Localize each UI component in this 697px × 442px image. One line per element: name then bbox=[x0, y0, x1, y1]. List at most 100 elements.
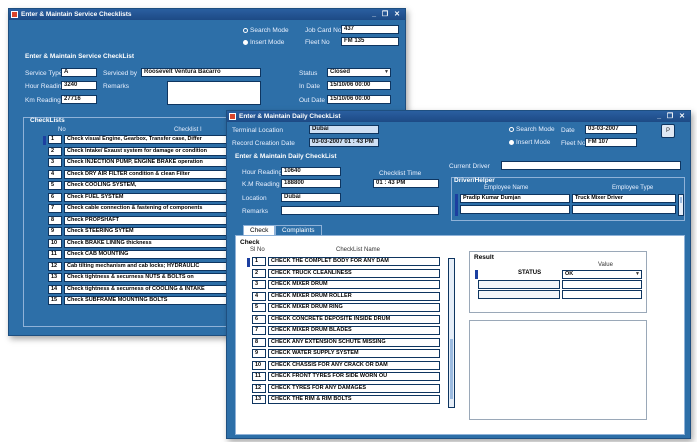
row-number-cell[interactable]: 14 bbox=[48, 284, 62, 294]
table-row[interactable]: 3 CHECK MIXER DRUM bbox=[252, 280, 442, 290]
checklist-name-cell[interactable]: CHECK MIXER DRUM ROLLER bbox=[268, 291, 440, 301]
fleet-no-field[interactable]: FM 107 bbox=[585, 138, 637, 147]
remarks-field[interactable] bbox=[167, 81, 261, 105]
scroll-thumb[interactable] bbox=[680, 197, 682, 203]
current-driver-field[interactable] bbox=[501, 161, 681, 170]
chevron-down-icon[interactable]: ▼ bbox=[384, 69, 389, 76]
status-select[interactable]: Closed ▼ bbox=[327, 68, 391, 77]
window-controls-icon[interactable]: _ ❐ ✕ bbox=[372, 9, 402, 20]
checklist-name-cell[interactable]: CHECK THE RIM & RIM BOLTS bbox=[268, 395, 440, 404]
employee-name-cell-empty[interactable] bbox=[460, 205, 570, 214]
row-number-cell[interactable]: 8 bbox=[48, 215, 62, 225]
row-number-cell[interactable]: 12 bbox=[252, 383, 266, 393]
row-number-cell[interactable]: 7 bbox=[252, 326, 266, 335]
row-number-cell[interactable]: 4 bbox=[252, 291, 266, 301]
row-number-cell[interactable]: 2 bbox=[48, 146, 62, 156]
job-card-field[interactable]: 437 bbox=[341, 25, 399, 34]
row-number-cell[interactable]: 10 bbox=[252, 360, 266, 370]
row-number-cell[interactable]: 11 bbox=[252, 372, 266, 381]
km-reading-field[interactable]: 27716 bbox=[61, 95, 97, 104]
result-detail-box bbox=[469, 320, 647, 420]
p-button[interactable]: P bbox=[661, 124, 675, 138]
table-row[interactable]: 8 CHECK ANY EXTENSION SCHUTE MISSING bbox=[252, 337, 442, 348]
search-mode-radio[interactable] bbox=[243, 28, 248, 33]
table-row[interactable]: 5 CHECK MIXER DRUM RING bbox=[252, 303, 442, 313]
scroll-thumb[interactable] bbox=[450, 339, 453, 399]
table-row[interactable]: 6 CHECK CONCRETE DEPOSITE INSIDE DRUM bbox=[252, 314, 442, 325]
employee-type-cell-empty[interactable] bbox=[572, 205, 676, 214]
serviced-by-field[interactable]: Roosevelt Ventura Bacarro bbox=[141, 68, 261, 77]
row-number-cell[interactable]: 8 bbox=[252, 337, 266, 347]
service-window-titlebar[interactable]: Enter & Maintain Service Checklists _ ❐ … bbox=[9, 9, 405, 20]
checklist-name-cell[interactable]: CHECK THE COMPLET BODY FOR ANY DAM bbox=[268, 257, 440, 266]
search-mode-radio[interactable] bbox=[509, 127, 514, 132]
table-row[interactable]: 2 CHECK TRUCK CLEANLINESS bbox=[252, 268, 442, 279]
row-number-cell[interactable]: 5 bbox=[252, 303, 266, 312]
row-number-cell[interactable]: 3 bbox=[252, 280, 266, 289]
driver-scrollbar[interactable] bbox=[678, 194, 684, 216]
checklist-name-cell[interactable]: CHECK CHASSIS FOR ANY CRACK OR DAM bbox=[268, 360, 440, 370]
date-field[interactable]: 03-03-2007 bbox=[585, 125, 637, 134]
row-number-cell[interactable]: 11 bbox=[48, 250, 62, 259]
checklist-name-cell[interactable]: CHECK CONCRETE DEPOSITE INSIDE DRUM bbox=[268, 314, 440, 324]
employee-type-cell[interactable]: Truck Mixer Driver bbox=[572, 194, 676, 203]
fleet-no-field[interactable]: FM 135 bbox=[341, 37, 399, 46]
location-field[interactable]: Dubai bbox=[281, 193, 341, 202]
table-row[interactable]: 13 CHECK THE RIM & RIM BOLTS bbox=[252, 395, 442, 405]
record-date-field[interactable]: 03-03-2007 01 : 43 PM bbox=[309, 138, 379, 147]
daily-window-titlebar[interactable]: Enter & Maintain Daily CheckList _ ❐ ✕ bbox=[227, 111, 690, 122]
hour-reading-field[interactable]: 10640 bbox=[281, 167, 341, 176]
row-number-cell[interactable]: 6 bbox=[252, 314, 266, 324]
row-number-cell[interactable]: 6 bbox=[48, 192, 62, 202]
row-number-cell[interactable]: 4 bbox=[48, 169, 62, 179]
table-row[interactable]: 12 CHECK TYRES FOR ANY DAMAGES bbox=[252, 383, 442, 394]
row-number-cell[interactable]: 13 bbox=[252, 395, 266, 404]
insert-mode-radio[interactable] bbox=[509, 140, 514, 145]
result-value-empty[interactable] bbox=[562, 290, 642, 299]
row-number-cell[interactable]: 5 bbox=[48, 181, 62, 190]
km-reading-field[interactable]: 188800 bbox=[281, 179, 341, 188]
row-number-cell[interactable]: 10 bbox=[48, 238, 62, 248]
checklist-name-cell[interactable]: CHECK MIXER DRUM BLADES bbox=[268, 326, 440, 335]
checklist-name-cell[interactable]: CHECK ANY EXTENSION SCHUTE MISSING bbox=[268, 337, 440, 347]
checklist-name-cell[interactable]: CHECK TRUCK CLEANLINESS bbox=[268, 268, 440, 278]
checklist-name-cell[interactable]: CHECK MIXER DRUM RING bbox=[268, 303, 440, 312]
checklist-name-cell[interactable]: CHECK FRONT TYRES FOR SIDE WORN OU bbox=[268, 372, 440, 381]
status-value-field[interactable]: OK ▼ bbox=[562, 270, 642, 279]
service-type-field[interactable]: A bbox=[61, 68, 97, 77]
insert-mode-radio[interactable] bbox=[243, 40, 248, 45]
row-number-cell[interactable]: 12 bbox=[48, 261, 62, 271]
table-row[interactable]: 7 CHECK MIXER DRUM BLADES bbox=[252, 326, 442, 336]
check-grid-scrollbar[interactable] bbox=[448, 258, 455, 408]
chevron-down-icon[interactable]: ▼ bbox=[635, 271, 640, 278]
table-row[interactable]: 11 CHECK FRONT TYRES FOR SIDE WORN OU bbox=[252, 372, 442, 382]
col-no-header: No bbox=[58, 127, 66, 133]
checklist-name-cell[interactable]: CHECK TYRES FOR ANY DAMAGES bbox=[268, 383, 440, 393]
window-controls-icon[interactable]: _ ❐ ✕ bbox=[657, 111, 687, 122]
hour-reading-field[interactable]: 3240 bbox=[61, 81, 97, 90]
table-row[interactable]: 1 CHECK THE COMPLET BODY FOR ANY DAM bbox=[252, 257, 442, 267]
result-cell-empty[interactable] bbox=[478, 290, 560, 299]
in-date-field[interactable]: 15/10/06 00:00 bbox=[327, 81, 391, 90]
table-row[interactable]: 4 CHECK MIXER DRUM ROLLER bbox=[252, 291, 442, 302]
result-value-empty[interactable] bbox=[562, 280, 642, 289]
result-cell-empty[interactable] bbox=[478, 280, 560, 289]
table-row[interactable]: 9 CHECK WATER SUPPLY SYSTEM bbox=[252, 349, 442, 359]
checklist-name-cell[interactable]: CHECK WATER SUPPLY SYSTEM bbox=[268, 349, 440, 358]
employee-name-cell[interactable]: Pradip Kumar Dumjan bbox=[460, 194, 570, 203]
row-number-cell[interactable]: 15 bbox=[48, 296, 62, 305]
checklist-name-cell[interactable]: CHECK MIXER DRUM bbox=[268, 280, 440, 289]
remarks-field[interactable] bbox=[281, 206, 439, 215]
terminal-location-field[interactable]: Dubai bbox=[309, 125, 379, 134]
row-number-cell[interactable]: 1 bbox=[252, 257, 266, 266]
row-number-cell[interactable]: 9 bbox=[252, 349, 266, 358]
row-number-cell[interactable]: 1 bbox=[48, 135, 62, 144]
row-number-cell[interactable]: 7 bbox=[48, 204, 62, 213]
checklist-time-field[interactable]: 01 : 43 PM bbox=[373, 179, 439, 188]
table-row[interactable]: 10 CHECK CHASSIS FOR ANY CRACK OR DAM bbox=[252, 360, 442, 371]
row-number-cell[interactable]: 9 bbox=[48, 227, 62, 236]
out-date-field[interactable]: 15/10/06 00:00 bbox=[327, 95, 391, 104]
row-number-cell[interactable]: 13 bbox=[48, 273, 62, 282]
row-number-cell[interactable]: 2 bbox=[252, 268, 266, 278]
row-number-cell[interactable]: 3 bbox=[48, 158, 62, 167]
